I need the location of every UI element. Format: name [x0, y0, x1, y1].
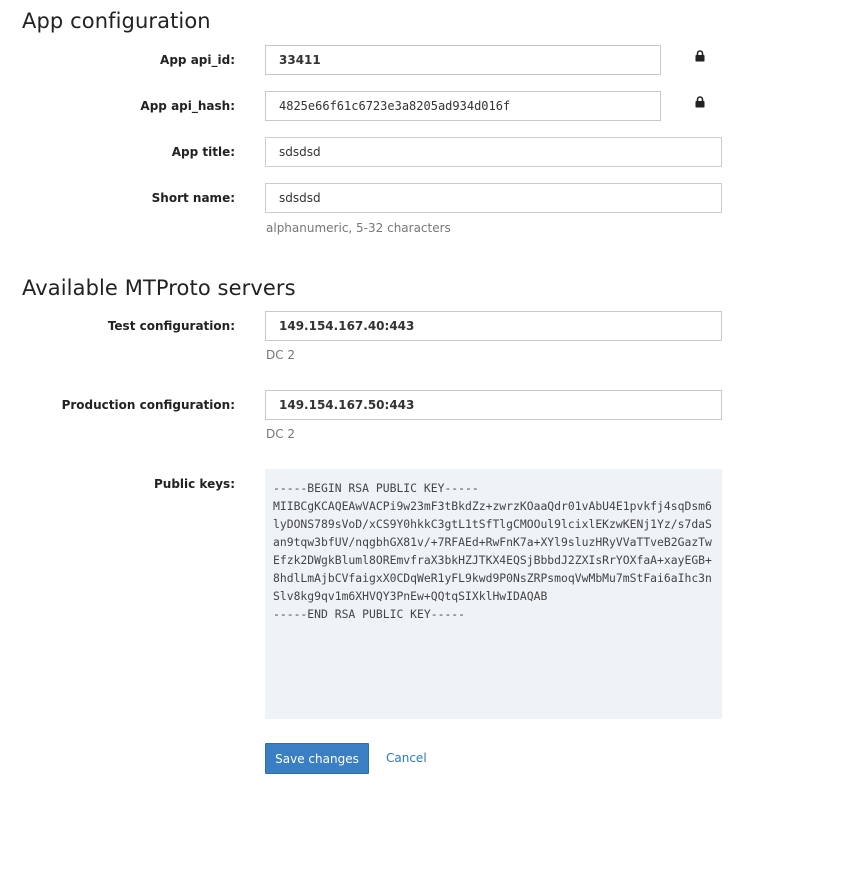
api-id-field[interactable] [265, 45, 661, 75]
app-title-label: App title: [171, 145, 235, 159]
lock-icon [695, 96, 705, 108]
api-hash-field[interactable] [265, 91, 661, 121]
lock-icon [695, 50, 705, 62]
test-configuration-label: Test configuration: [107, 319, 235, 333]
production-configuration-field[interactable] [265, 390, 722, 420]
test-configuration-field[interactable] [265, 311, 722, 341]
production-dc-label: DC 2 [266, 427, 296, 441]
test-dc-label: DC 2 [266, 348, 296, 362]
mtproto-servers-title: Available MTProto servers [22, 276, 296, 300]
api-id-label: App api_id: [160, 53, 235, 67]
cancel-link[interactable]: Cancel [386, 751, 427, 765]
save-changes-button[interactable]: Save changes [265, 743, 369, 774]
production-configuration-label: Production configuration: [61, 398, 235, 412]
short-name-label: Short name: [151, 191, 235, 205]
public-keys-block[interactable]: -----BEGIN RSA PUBLIC KEY----- MIIBCgKCA… [265, 469, 722, 719]
public-keys-label: Public keys: [153, 477, 235, 491]
api-hash-label: App api_hash: [140, 99, 235, 113]
app-title-input[interactable] [265, 137, 722, 167]
short-name-hint: alphanumeric, 5-32 characters [266, 221, 451, 235]
short-name-input[interactable] [265, 183, 722, 213]
app-configuration-title: App configuration [22, 9, 211, 33]
